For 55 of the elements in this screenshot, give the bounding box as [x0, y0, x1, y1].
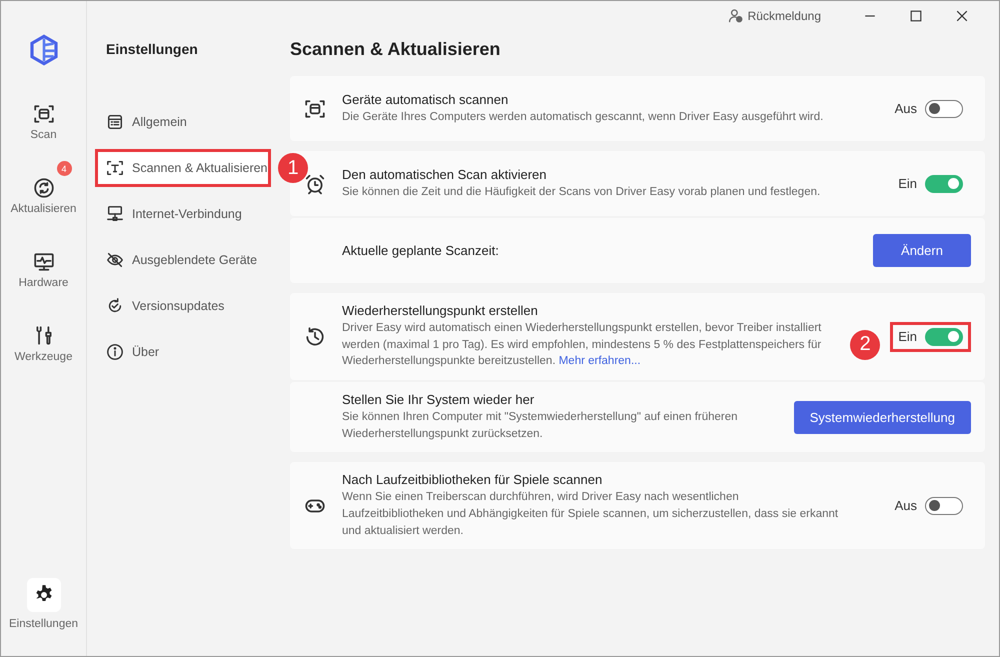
callout-number: 2: [850, 330, 880, 360]
setting-title: Wiederherstellungspunkt erstellen: [342, 303, 539, 318]
setting-title: Aktuelle geplante Scanzeit:: [342, 243, 500, 258]
refresh-check-icon: [106, 297, 124, 315]
rail-item[interactable]: Scan: [2, 85, 86, 159]
toggle-state-label: Aus: [894, 101, 917, 116]
toggle-state-label: Ein: [898, 176, 917, 191]
cube-logo-icon: [28, 34, 60, 66]
learn-more-link[interactable]: Mehr erfahren...: [558, 355, 641, 368]
info-icon: [106, 343, 124, 361]
toggle-state-label: Ein: [898, 329, 917, 344]
settings-nav-item[interactable]: Scannen & Aktualisieren: [95, 149, 271, 187]
setting-description: Die Geräte Ihres Computers werden automatisch gescannt, wenn Driver Easy ausgeführt wird.: [342, 110, 824, 125]
setting-title: Geräte automatisch scannen: [342, 92, 510, 107]
monitor-pulse-icon: [32, 251, 54, 273]
settings-heading: Einstellungen: [106, 41, 199, 57]
toggle-switch[interactable]: [925, 328, 963, 346]
rail-item[interactable]: Hardware: [2, 233, 86, 307]
eye-slash-icon: [106, 251, 124, 269]
primary-button[interactable]: Systemwiederherstellung: [794, 400, 971, 434]
toggle-switch[interactable]: [925, 496, 963, 515]
alarm-clock-icon: [304, 172, 326, 194]
setting-title: Den automatischen Scan aktivieren: [342, 166, 548, 182]
setting-description: Sie können die Zeit und die Häufigkeit der Scans von Driver Easy vorab planen und festlegen.: [342, 184, 822, 200]
toggle-state-label: Aus: [894, 498, 917, 514]
refresh-icon: [32, 177, 54, 199]
settings-button[interactable]: [26, 578, 60, 612]
page-title: Scannen & Aktualisieren: [290, 39, 502, 60]
network-monitor-icon: [106, 205, 124, 223]
setting-title: Nach Laufzeitbibliotheken für Spiele scannen: [342, 472, 604, 488]
settings-nav-item[interactable]: Versionsupdates: [95, 287, 271, 325]
setting-description: Driver Easy wird automatisch einen Wiederherstellungspunkt erstellen, bevor Treiber installiert werden (maximal 1 pro Tag). Es wird empfohlen, mindestens 5 % des Festplattenspeichers für Wiederherstellungspunkte bereitzustellen. Mehr erfahren...: [342, 321, 822, 370]
settings-nav-item[interactable]: Ausgeblendete Geräte: [95, 241, 271, 279]
list-card-icon: [106, 113, 124, 131]
settings-nav-item[interactable]: Über: [95, 333, 271, 371]
history-clock-icon: [304, 326, 326, 348]
update-count-badge: 4: [56, 161, 72, 176]
settings-nav-item[interactable]: Internet-Verbindung: [95, 195, 271, 233]
scan-frame-icon: [32, 103, 54, 125]
feedback-button[interactable]: Rückmeldung: [728, 8, 821, 24]
setting-description: Sie können Ihren Computer mit "Systemwiederherstellung" auf einen früheren Wiederherstellungspunkt zurücksetzen.: [342, 410, 739, 442]
scan-frame-icon: [304, 98, 326, 120]
rail-item[interactable]: Aktualisieren 4: [2, 159, 86, 233]
setting-description: Wenn Sie einen Treiberscan durchführen, wird Driver Easy nach wesentlichen Laufzeitbibliotheken und Abhängigkeiten für Spiele scannen, um sicherzustellen, dass sie erkannt und aktualisiert werden.: [342, 490, 840, 539]
toggle-switch[interactable]: [925, 100, 963, 118]
setting-title: Stellen Sie Ihr System wieder her: [342, 392, 536, 408]
settings-nav-item[interactable]: Allgemein: [95, 103, 271, 141]
close-icon[interactable]: [954, 8, 970, 24]
primary-button[interactable]: Ändern: [873, 234, 971, 267]
text-scan-icon: [106, 159, 124, 177]
callout-number: 1: [278, 153, 308, 183]
maximize-icon[interactable]: [908, 8, 924, 24]
toggle-switch[interactable]: [925, 174, 963, 192]
rail-item[interactable]: Werkzeuge: [2, 307, 86, 381]
settings-label: Einstellungen: [8, 618, 78, 630]
